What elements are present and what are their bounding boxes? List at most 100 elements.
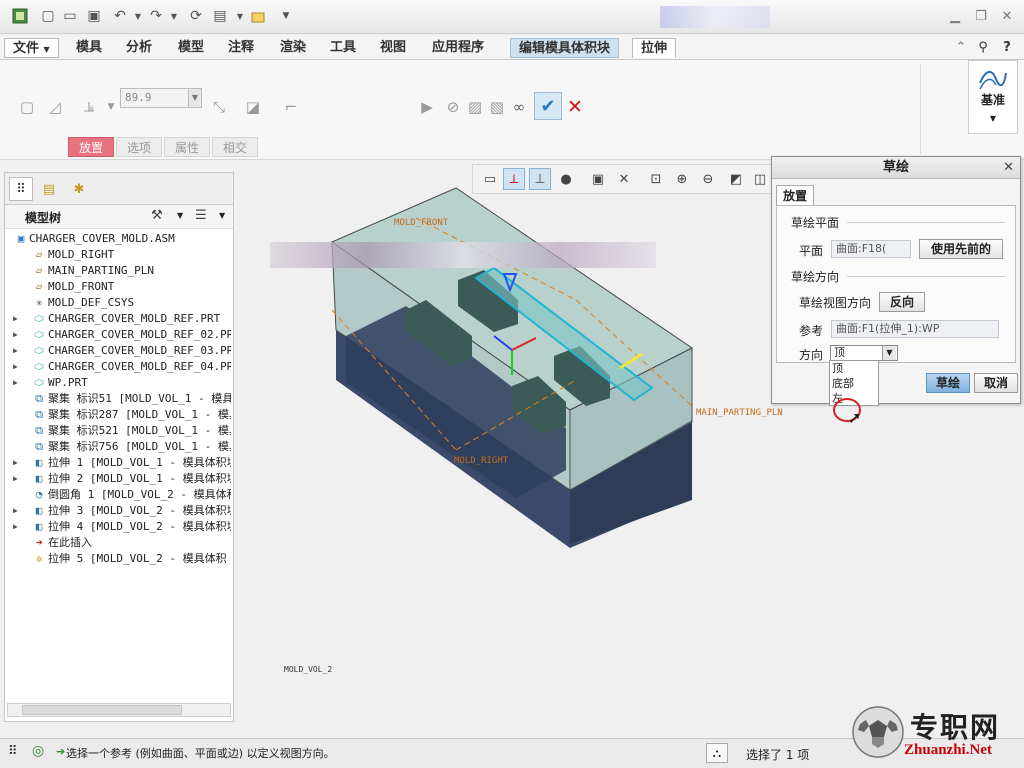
window-icon[interactable]: ▤ [210,6,230,26]
close-window-icon[interactable] [248,6,268,26]
view-manager-icon[interactable]: ▭ [479,168,501,190]
tab-view[interactable]: 视图 [372,38,414,58]
tree-item[interactable]: ▶ ⬭ CHARGER_COVER_MOLD_REF.PRT [5,311,231,327]
tab-tools[interactable]: 工具 [322,38,364,58]
tree-item[interactable]: ▶ ◧ 拉伸 4 [MOLD_VOL_2 - 模具体积块 [5,519,231,535]
datum-dropdown-icon[interactable]: ▼ [990,114,996,123]
datum-label-mold-front[interactable]: MOLD_FRONT [394,218,448,228]
zoom-in-icon[interactable]: ⊕ [671,168,693,190]
undo-icon[interactable]: ↶ [110,6,130,26]
undo-dropdown-icon[interactable]: ▼ [128,6,148,26]
tree-expand-icon[interactable]: ▶ [13,375,18,391]
tree-item[interactable]: ⧉ 聚集 标识51 [MOLD_VOL_1 - 模具体 [5,391,231,407]
customize-toolbar-icon[interactable]: ▼ [276,6,296,26]
tab-edit-mold-volume[interactable]: 编辑模具体积块 [510,38,620,58]
remove-material-icon[interactable]: ◪ [240,94,266,120]
sketch-button[interactable]: 草绘 [926,373,970,393]
reference-field[interactable]: 曲面:F1(拉伸_1):WP [831,320,999,338]
tree-item[interactable]: ✳ MOLD_DEF_CSYS [5,295,231,311]
refit-icon[interactable]: ⊡ [645,168,667,190]
datum-label-main-parting[interactable]: MAIN_PARTING_PLN [696,408,783,418]
verify-glasses-icon[interactable]: ∞ [506,94,532,120]
subtab-intersect[interactable]: 相交 [212,137,259,157]
spin-center-icon[interactable]: ✕ [613,168,635,190]
tab-file[interactable]: 文件 ▼ [4,38,59,58]
tree-expand-icon[interactable]: ▶ [13,327,18,343]
folder-browser-tab-icon[interactable]: ▤ [37,177,61,201]
tree-expand-icon[interactable]: ▶ [13,519,18,535]
subtab-placement[interactable]: 放置 [68,137,115,157]
orientation-dropdown-icon[interactable]: ▼ [882,346,896,360]
favorites-tab-icon[interactable]: ✱ [67,177,91,201]
tree-item[interactable]: ▣ CHARGER_COVER_MOLD.ASM [5,231,231,247]
pause-icon[interactable]: ▶ [414,94,440,120]
tree-item[interactable]: ▱ MOLD_FRONT [5,279,231,295]
save-icon[interactable]: ▣ [84,6,104,26]
tree-item[interactable]: ▶ ⬭ WP.PRT [5,375,231,391]
ok-check-icon[interactable]: ✔ [534,92,562,120]
use-previous-button[interactable]: 使用先前的 [919,239,1003,259]
depth-dropdown-icon[interactable]: ▼ [188,89,201,107]
tree-item[interactable]: ▶ ⬭ CHARGER_COVER_MOLD_REF_03.PRT [5,343,231,359]
subtab-options[interactable]: 选项 [116,137,163,157]
subtab-properties[interactable]: 属性 [164,137,211,157]
tree-settings-icon[interactable]: ⚒ [151,208,163,223]
dialog-close-icon[interactable]: ✕ [1003,160,1014,175]
tree-item[interactable]: ▶ ◧ 拉伸 1 [MOLD_VOL_1 - 模具体积块 [5,455,231,471]
display-style-icon[interactable]: ◫ [749,168,771,190]
tree-settings-dropdown-icon[interactable]: ▼ [177,211,183,220]
tree-expand-icon[interactable]: ▶ [13,471,18,487]
tree-item[interactable]: ▶ ◧ 拉伸 3 [MOLD_VOL_2 - 模具体积块 [5,503,231,519]
new-file-icon[interactable]: ▢ [38,6,58,26]
tab-applications[interactable]: 应用程序 [424,38,492,58]
flip-button[interactable]: 反向 [879,292,925,312]
model-tree-tab-icon[interactable]: ⠿ [9,177,33,201]
tab-extrude[interactable]: 拉伸 [632,38,677,58]
appearance-icon[interactable]: ● [555,168,577,190]
tree-item[interactable]: ⧉ 聚集 标识756 [MOLD_VOL_1 - 模具 [5,439,231,455]
minimize-icon[interactable]: ▁ [944,6,966,26]
tree-item[interactable]: ▶ ⬭ CHARGER_COVER_MOLD_REF_04.PRT [5,359,231,375]
tree-expand-icon[interactable]: ▶ [13,455,18,471]
tree-item[interactable]: ◔ 倒圆角 1 [MOLD_VOL_2 - 模具体积 [5,487,231,503]
tree-item[interactable]: ➜ 在此插入 [5,535,231,551]
tree-item[interactable]: ⧉ 聚集 标识287 [MOLD_VOL_1 - 模具 [5,407,231,423]
tab-render[interactable]: 渲染 [272,38,314,58]
plane-field[interactable]: 曲面:F18( [831,240,911,258]
restore-icon[interactable]: ❐ [970,6,992,26]
browser-toggle-icon[interactable]: ◎ [32,743,44,759]
tab-annotate[interactable]: 注释 [220,38,262,58]
datum-label-mold-right[interactable]: MOLD_RIGHT [454,456,508,466]
search-icon[interactable]: ⚲ [972,37,994,57]
repaint-icon[interactable]: ◩ [725,168,747,190]
cancel-x-icon[interactable]: ✕ [562,94,588,120]
tree-expand-icon[interactable]: ▶ [13,311,18,327]
tab-model[interactable]: 模型 [170,38,212,58]
datum-group[interactable]: 基准 ▼ [968,60,1018,134]
tree-columns-icon[interactable]: ☰ [195,208,207,223]
tree-expand-icon[interactable]: ▶ [13,503,18,519]
orientation-option-bottom[interactable]: 底部 [830,376,878,391]
open-folder-icon[interactable]: ▭ [60,6,80,26]
saved-views-icon[interactable]: ▣ [587,168,609,190]
model-tree-toggle-icon[interactable]: ⠿ [8,744,18,759]
tab-placement[interactable]: 放置 [776,185,815,205]
minimize-ribbon-icon[interactable]: ⌃ [950,37,972,57]
tree-expand-icon[interactable]: ▶ [13,359,18,375]
tree-scroll-thumb[interactable] [22,705,182,715]
tree-item[interactable]: ⧉ 聚集 标识521 [MOLD_VOL_1 - 模具 [5,423,231,439]
cancel-button[interactable]: 取消 [974,373,1018,393]
tree-item[interactable]: ▱ MAIN_PARTING_PLN [5,263,231,279]
flip-direction-icon[interactable]: ⤡ [206,94,232,120]
datum-axis-display-icon[interactable]: ⊥ [529,168,551,190]
help-icon[interactable]: ? [996,37,1018,57]
tree-item[interactable]: ▱ MOLD_RIGHT [5,247,231,263]
redo-icon[interactable]: ↷ [146,6,166,26]
tree-item[interactable]: ▶ ◧ 拉伸 2 [MOLD_VOL_1 - 模具体积块 [5,471,231,487]
tab-analysis[interactable]: 分析 [118,38,160,58]
tree-horizontal-scrollbar[interactable] [7,703,231,717]
zoom-out-icon[interactable]: ⊖ [697,168,719,190]
tree-columns-dropdown-icon[interactable]: ▼ [219,211,225,220]
orientation-option-top[interactable]: 顶 [830,361,878,376]
tree-expand-icon[interactable]: ▶ [13,343,18,359]
